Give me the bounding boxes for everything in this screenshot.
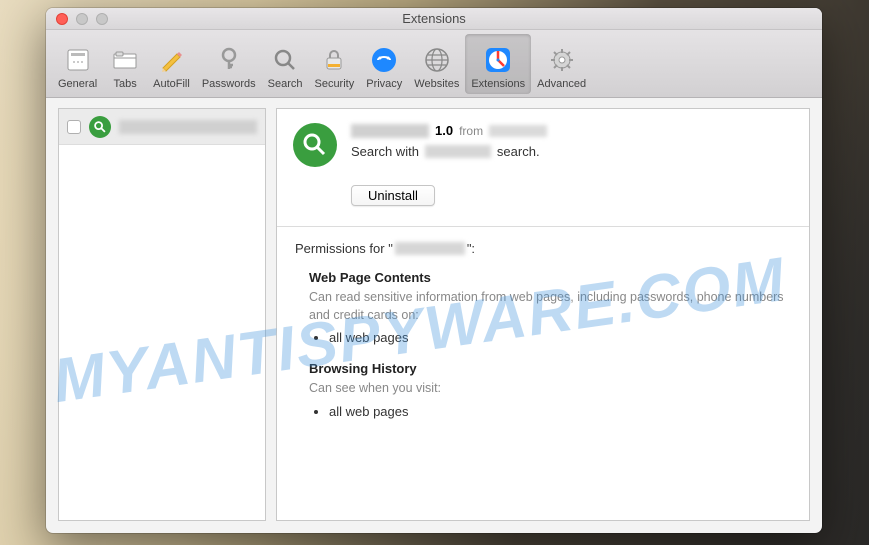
tab-advanced[interactable]: Advanced (531, 34, 592, 94)
permissions-section: Permissions for " ": Web Page Contents C… (277, 227, 809, 449)
tab-label: Tabs (114, 78, 137, 90)
desc-prefix: Search with (351, 144, 419, 159)
permission-description: Can see when you visit: (309, 380, 791, 398)
extension-description: Search with search. (351, 144, 793, 159)
extension-version: 1.0 (435, 123, 453, 138)
tab-label: General (58, 78, 97, 90)
perm-title-suffix: ": (467, 241, 475, 256)
permission-heading: Browsing History (309, 361, 791, 376)
preferences-window: Extensions General Tabs AutoFill Passwor… (46, 8, 822, 533)
tab-general[interactable]: General (52, 34, 103, 94)
tabs-icon (109, 44, 141, 76)
extensions-list (58, 108, 266, 521)
tab-tabs[interactable]: Tabs (103, 34, 147, 94)
tab-websites[interactable]: Websites (408, 34, 465, 94)
detail-header: 1.0 from Search with search. Uninstall (277, 109, 809, 218)
permission-item: all web pages (329, 404, 791, 419)
permissions-title: Permissions for " ": (295, 241, 791, 256)
extension-icon-large (293, 123, 337, 167)
desc-redacted (425, 145, 491, 158)
perm-title-prefix: Permissions for " (295, 241, 393, 256)
tab-privacy[interactable]: Privacy (360, 34, 408, 94)
content-area: 1.0 from Search with search. Uninstall (46, 98, 822, 533)
tab-label: Extensions (471, 78, 525, 90)
tab-label: Websites (414, 78, 459, 90)
extension-name-redacted (119, 120, 257, 134)
extension-author-redacted (489, 125, 547, 137)
titlebar[interactable]: Extensions (46, 8, 822, 30)
extensions-icon (482, 44, 514, 76)
permission-description: Can read sensitive information from web … (309, 289, 791, 324)
security-icon (318, 44, 350, 76)
advanced-icon (546, 44, 578, 76)
passwords-icon (213, 44, 245, 76)
websites-icon (421, 44, 453, 76)
privacy-icon (368, 44, 400, 76)
tab-label: Privacy (366, 78, 402, 90)
tab-extensions[interactable]: Extensions (465, 34, 531, 94)
tab-label: Search (268, 78, 303, 90)
perm-name-redacted (395, 242, 465, 255)
permission-browsing-history: Browsing History Can see when you visit:… (309, 361, 791, 419)
toolbar: General Tabs AutoFill Passwords Search (46, 30, 822, 98)
extension-icon-small (89, 116, 111, 138)
permission-web-contents: Web Page Contents Can read sensitive inf… (309, 270, 791, 345)
extension-list-item[interactable] (59, 109, 265, 145)
desc-suffix: search. (497, 144, 540, 159)
tab-passwords[interactable]: Passwords (196, 34, 262, 94)
tab-search[interactable]: Search (262, 34, 309, 94)
extension-title-line: 1.0 from (351, 123, 793, 138)
tab-label: Passwords (202, 78, 256, 90)
tab-label: Advanced (537, 78, 586, 90)
permission-list: all web pages (329, 330, 791, 345)
uninstall-button[interactable]: Uninstall (351, 185, 435, 206)
tab-label: AutoFill (153, 78, 190, 90)
tab-autofill[interactable]: AutoFill (147, 34, 196, 94)
search-icon (269, 44, 301, 76)
window-title: Extensions (46, 11, 822, 26)
extension-enable-checkbox[interactable] (67, 120, 81, 134)
from-label: from (459, 124, 483, 138)
permission-list: all web pages (329, 404, 791, 419)
permission-heading: Web Page Contents (309, 270, 791, 285)
tab-security[interactable]: Security (308, 34, 360, 94)
extension-detail: 1.0 from Search with search. Uninstall (276, 108, 810, 521)
autofill-icon (155, 44, 187, 76)
general-icon (62, 44, 94, 76)
extension-name-redacted (351, 124, 429, 138)
tab-label: Security (314, 78, 354, 90)
permission-item: all web pages (329, 330, 791, 345)
